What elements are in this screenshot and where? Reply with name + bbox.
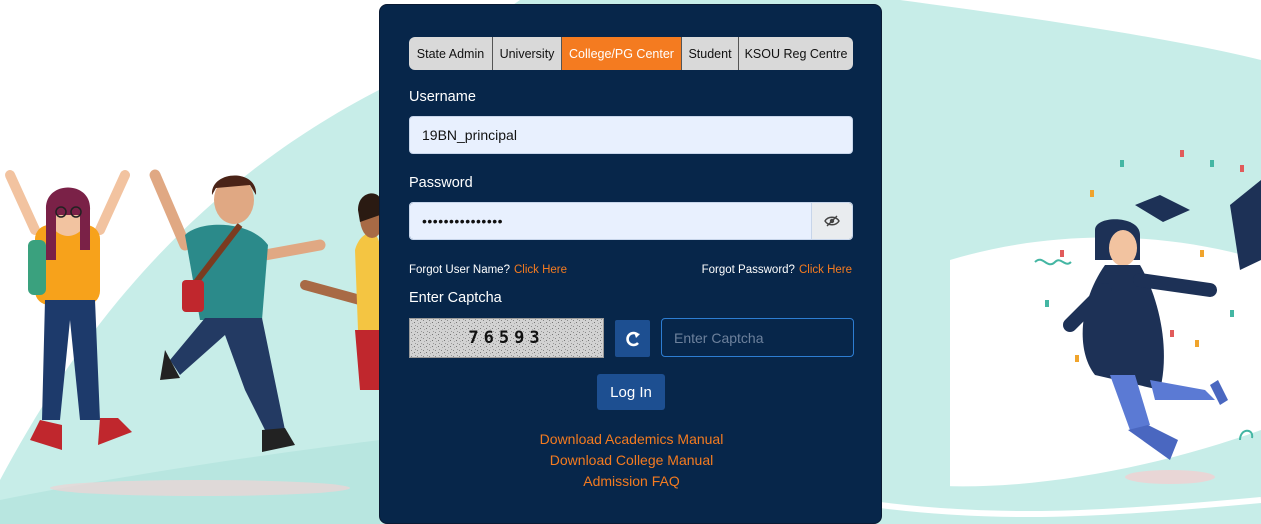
captcha-code: 76593 — [468, 328, 545, 348]
captcha-image: 76593 — [409, 318, 604, 358]
forgot-username-text: Forgot User Name? — [409, 264, 510, 276]
tab-ksou-reg-centre[interactable]: KSOU Reg Centre — [739, 37, 853, 70]
eye-slash-icon[interactable] — [811, 203, 852, 239]
admission-faq-link[interactable]: Admission FAQ — [380, 471, 883, 492]
refresh-icon[interactable] — [615, 320, 650, 357]
captcha-input[interactable]: Enter Captcha — [661, 318, 854, 357]
forgot-username-link[interactable]: Click Here — [514, 264, 567, 276]
username-input[interactable]: 19BN_principal — [409, 116, 853, 154]
role-tabs: State Admin University College/PG Center… — [409, 37, 853, 70]
password-input[interactable]: ••••••••••••••• — [410, 203, 811, 239]
download-college-manual-link[interactable]: Download College Manual — [380, 450, 883, 471]
forgot-password-text: Forgot Password? — [701, 264, 795, 276]
login-card: State Admin University College/PG Center… — [379, 4, 882, 524]
help-links: Download Academics Manual Download Colle… — [380, 429, 883, 492]
forgot-password: Forgot Password? Click Here — [702, 264, 852, 276]
password-field: ••••••••••••••• — [409, 202, 853, 240]
forgot-username: Forgot User Name? Click Here — [409, 264, 567, 276]
download-academics-manual-link[interactable]: Download Academics Manual — [380, 429, 883, 450]
username-label: Username — [409, 89, 476, 105]
tab-college-pg-center[interactable]: College/PG Center — [562, 37, 682, 70]
login-button[interactable]: Log In — [597, 374, 665, 410]
tab-university[interactable]: University — [493, 37, 562, 70]
tab-state-admin[interactable]: State Admin — [409, 37, 493, 70]
captcha-label: Enter Captcha — [409, 290, 502, 306]
forgot-password-link[interactable]: Click Here — [799, 264, 852, 276]
password-label: Password — [409, 175, 473, 191]
tab-student[interactable]: Student — [682, 37, 739, 70]
